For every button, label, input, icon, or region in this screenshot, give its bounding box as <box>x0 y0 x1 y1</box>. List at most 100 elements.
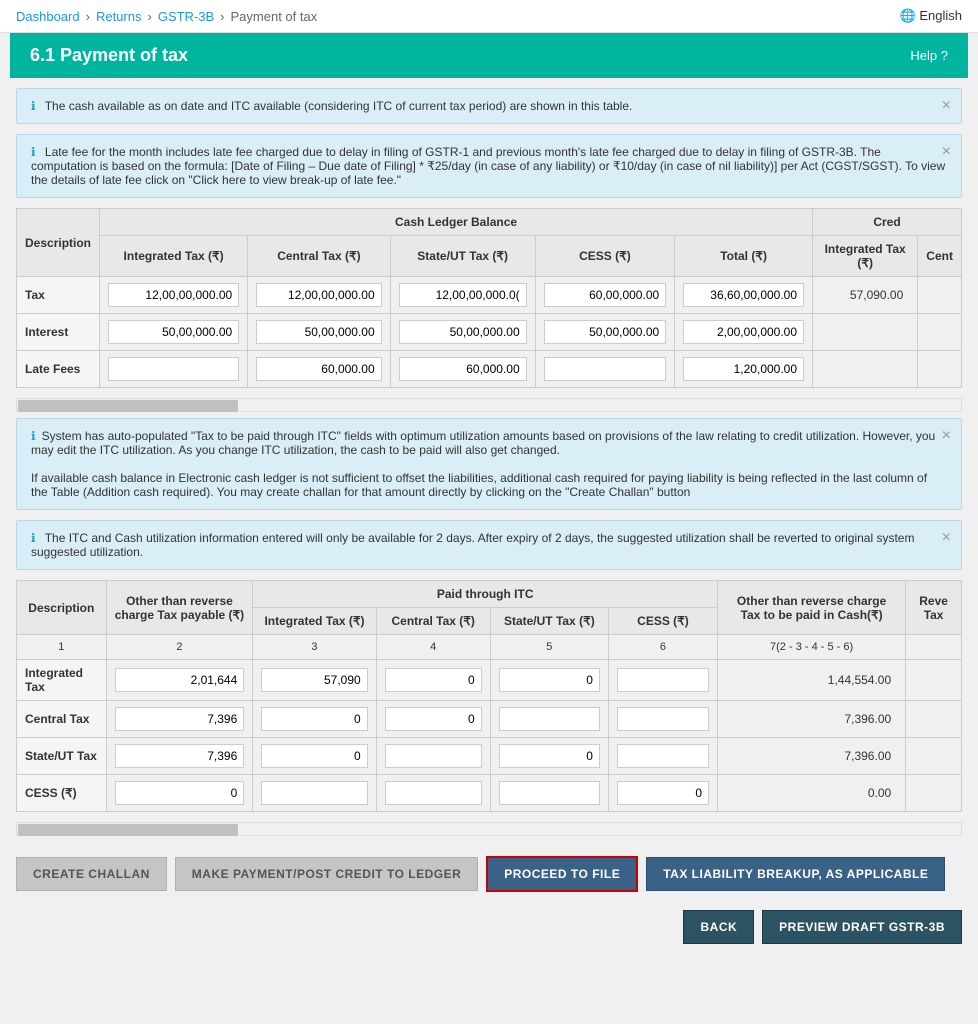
row-latefees-cess[interactable] <box>535 351 675 388</box>
row2-central-c5[interactable] <box>490 701 608 738</box>
row-latefees-state[interactable] <box>390 351 535 388</box>
itc-cess-c5-input[interactable] <box>499 781 600 805</box>
tax-total-input[interactable] <box>683 283 804 307</box>
breadcrumb: Dashboard › Returns › GSTR-3B › Payment … <box>16 9 317 24</box>
make-payment-button[interactable]: MAKE PAYMENT/POST CREDIT TO LEDGER <box>175 857 478 891</box>
itc-int-c5-input[interactable] <box>499 668 600 692</box>
row-latefees-central[interactable] <box>248 351 390 388</box>
row2-central-c6[interactable] <box>608 701 717 738</box>
row2-cess-c5[interactable] <box>490 775 608 812</box>
col-num-4: 4 <box>376 635 490 660</box>
row2-state-label: State/UT Tax <box>17 738 107 775</box>
row2-state-c6[interactable] <box>608 738 717 775</box>
latefees-state-input[interactable] <box>399 357 527 381</box>
itc-cess-c2-input[interactable] <box>115 781 245 805</box>
latefees-total-input[interactable] <box>683 357 804 381</box>
interest-total-input[interactable] <box>683 320 804 344</box>
latefees-integrated-input[interactable] <box>108 357 239 381</box>
itc-cess-c4-input[interactable] <box>385 781 482 805</box>
itc-cess-c6-input[interactable] <box>617 781 709 805</box>
row-interest-integrated[interactable] <box>100 314 248 351</box>
row-latefees-integrated[interactable] <box>100 351 248 388</box>
col2-central: Central Tax (₹) <box>376 608 490 635</box>
row2-central-c4[interactable] <box>376 701 490 738</box>
row-tax-state[interactable] <box>390 277 535 314</box>
itc-cent-c4-input[interactable] <box>385 707 482 731</box>
preview-draft-button[interactable]: PREVIEW DRAFT GSTR-3B <box>762 910 962 944</box>
row-interest-total[interactable] <box>675 314 813 351</box>
itc-cent-c3-input[interactable] <box>261 707 367 731</box>
row-tax-cess[interactable] <box>535 277 675 314</box>
row2-integrated-c4[interactable] <box>376 660 490 701</box>
tax-cess-input[interactable] <box>544 283 667 307</box>
row-interest-state[interactable] <box>390 314 535 351</box>
col-cash-ledger: Cash Ledger Balance <box>100 209 813 236</box>
row-tax-total[interactable] <box>675 277 813 314</box>
row2-state-c3[interactable] <box>253 738 376 775</box>
col-credit-label: Cred <box>813 209 962 236</box>
close-alert-1[interactable]: × <box>942 97 951 115</box>
breadcrumb-returns[interactable]: Returns <box>96 9 142 24</box>
row2-cess-c2[interactable] <box>106 775 253 812</box>
table-row: Interest <box>17 314 962 351</box>
row-latefees-credit-int <box>813 351 918 388</box>
close-alert-2[interactable]: × <box>942 143 951 161</box>
interest-integrated-input[interactable] <box>108 320 239 344</box>
interest-cess-input[interactable] <box>544 320 667 344</box>
help-button[interactable]: Help ? <box>910 48 948 63</box>
interest-state-input[interactable] <box>399 320 527 344</box>
itc-cent-c6-input[interactable] <box>617 707 709 731</box>
tax-central-input[interactable] <box>256 283 381 307</box>
row2-integrated-c6[interactable] <box>608 660 717 701</box>
tax-liability-button[interactable]: TAX LIABILITY BREAKUP, AS APPLICABLE <box>646 857 945 891</box>
itc-cent-c5-input[interactable] <box>499 707 600 731</box>
row2-integrated-c7: 1,44,554.00 <box>718 660 906 701</box>
row2-integrated-c2[interactable] <box>106 660 253 701</box>
itc-int-c4-input[interactable] <box>385 668 482 692</box>
itc-cess-c3-input[interactable] <box>261 781 367 805</box>
itc-state-c3-input[interactable] <box>261 744 367 768</box>
row-tax-central[interactable] <box>248 277 390 314</box>
breadcrumb-dashboard[interactable]: Dashboard <box>16 9 80 24</box>
row2-integrated-c5[interactable] <box>490 660 608 701</box>
row2-state-c2[interactable] <box>106 738 253 775</box>
itc-state-c5-input[interactable] <box>499 744 600 768</box>
row2-central-c3[interactable] <box>253 701 376 738</box>
table2-scrollbar[interactable] <box>16 822 962 836</box>
close-alert-4[interactable]: × <box>942 529 951 547</box>
tax-state-input[interactable] <box>399 283 527 307</box>
itc-state-c6-input[interactable] <box>617 744 709 768</box>
close-alert-3[interactable]: × <box>942 427 951 445</box>
row-latefees-total[interactable] <box>675 351 813 388</box>
proceed-to-file-button[interactable]: PROCEED TO FILE <box>486 856 638 892</box>
latefees-cess-input[interactable] <box>544 357 667 381</box>
itc-state-c2-input[interactable] <box>115 744 245 768</box>
row-interest-cess[interactable] <box>535 314 675 351</box>
page-title: 6.1 Payment of tax <box>30 45 188 66</box>
row-interest-central[interactable] <box>248 314 390 351</box>
itc-state-c4-input[interactable] <box>385 744 482 768</box>
breadcrumb-gstr3b[interactable]: GSTR-3B <box>158 9 214 24</box>
language-selector[interactable]: 🌐 English <box>900 8 962 24</box>
itc-cent-c2-input[interactable] <box>115 707 245 731</box>
create-challan-button[interactable]: CREATE CHALLAN <box>16 857 167 891</box>
table1-scrollbar[interactable] <box>16 398 962 412</box>
row2-state-c5[interactable] <box>490 738 608 775</box>
row2-cess-c8 <box>906 775 962 812</box>
col-cent-partial: Cent <box>918 236 962 277</box>
row2-state-c4[interactable] <box>376 738 490 775</box>
row2-cess-c6[interactable] <box>608 775 717 812</box>
row2-cess-c3[interactable] <box>253 775 376 812</box>
interest-central-input[interactable] <box>256 320 381 344</box>
itc-int-c6-input[interactable] <box>617 668 709 692</box>
itc-int-c2-input[interactable] <box>115 668 245 692</box>
row2-integrated-c3[interactable] <box>253 660 376 701</box>
row2-central-c2[interactable] <box>106 701 253 738</box>
row2-cess-c4[interactable] <box>376 775 490 812</box>
back-button[interactable]: BACK <box>683 910 754 944</box>
tax-integrated-input[interactable] <box>108 283 239 307</box>
col-num-7: 7(2 - 3 - 4 - 5 - 6) <box>718 635 906 660</box>
latefees-central-input[interactable] <box>256 357 381 381</box>
row-tax-integrated[interactable] <box>100 277 248 314</box>
itc-int-c3-input[interactable] <box>261 668 367 692</box>
